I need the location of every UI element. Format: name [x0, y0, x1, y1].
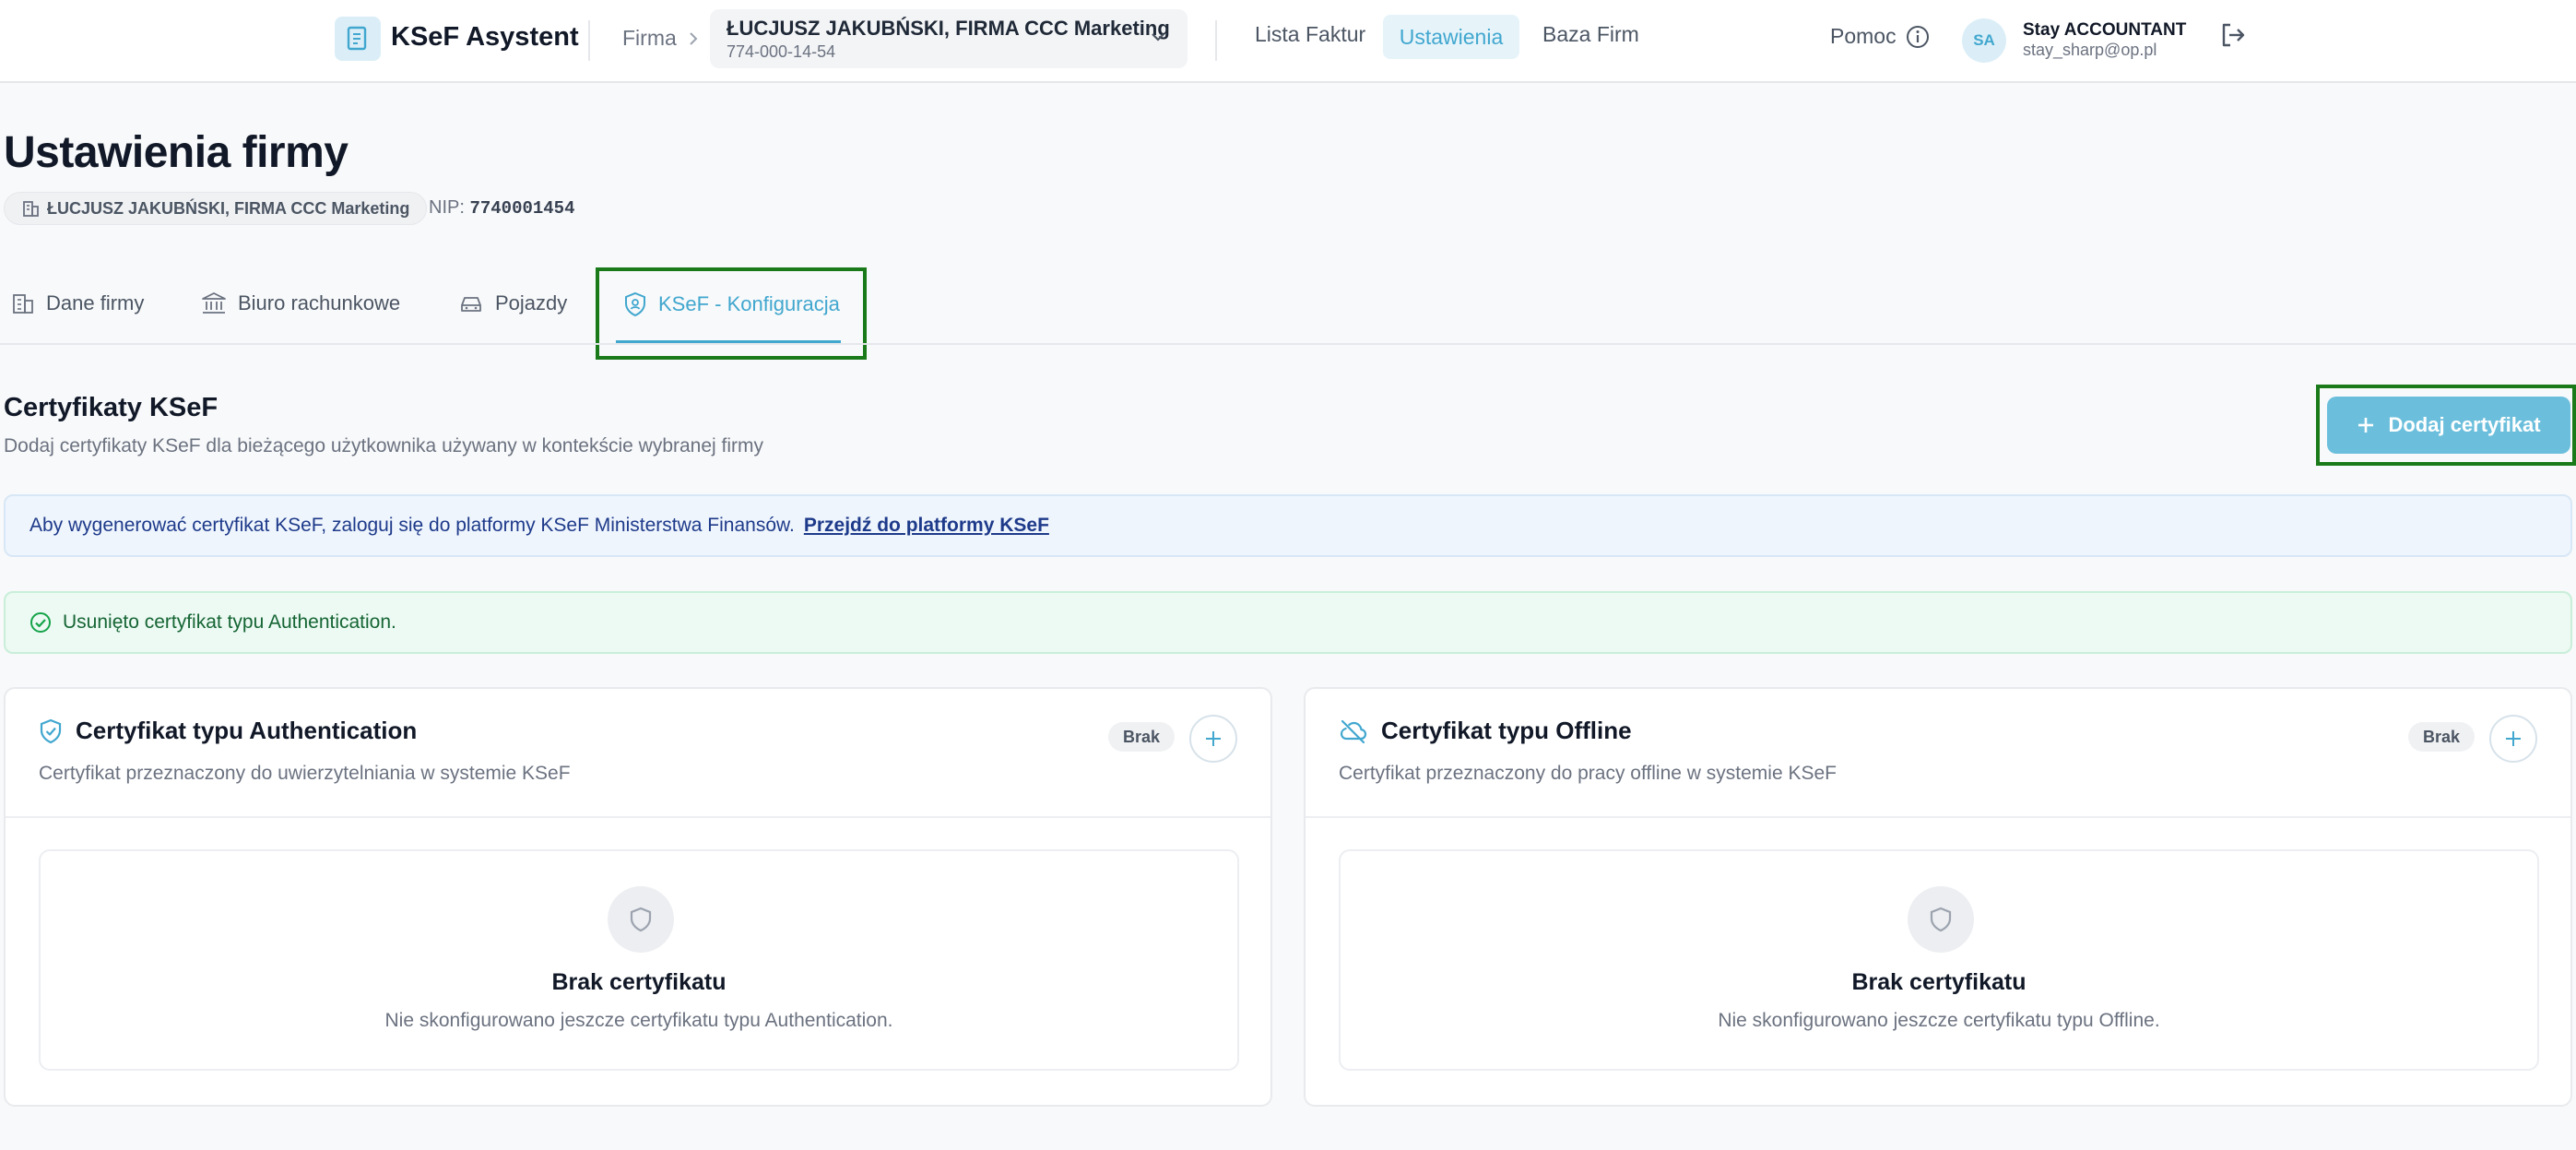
- tab-biuro-rachunkowe[interactable]: Biuro rachunkowe: [201, 291, 400, 315]
- chevron-down-icon: [1152, 33, 1164, 41]
- add-auth-certificate-button[interactable]: [1189, 715, 1237, 763]
- card-divider: [1306, 816, 2570, 818]
- app-title[interactable]: KSeF Asystent: [391, 22, 579, 53]
- shield-check-icon: [40, 718, 62, 743]
- empty-state-description: Nie skonfigurowano jeszcze certyfikatu t…: [1718, 1010, 2160, 1031]
- car-icon: [461, 297, 481, 312]
- tab-label: Pojazdy: [495, 291, 568, 314]
- page-title: Ustawienia firmy: [4, 128, 349, 177]
- tab-label: Dane firmy: [46, 291, 145, 314]
- card-description: Certyfikat przeznaczony do uwierzytelnia…: [39, 763, 571, 784]
- ksef-platform-link[interactable]: Przejdź do platformy KSeF: [804, 515, 1049, 537]
- bank-icon: [202, 292, 226, 314]
- empty-state: Brak certyfikatu Nie skonfigurowano jesz…: [1339, 849, 2539, 1071]
- card-title: Certyfikat typu Offline: [1339, 717, 1632, 745]
- add-offline-certificate-button[interactable]: [2489, 715, 2537, 763]
- add-certificate-button[interactable]: Dodaj certyfikat: [2327, 397, 2570, 454]
- firma-label: Firma: [622, 26, 677, 50]
- app-logo-icon[interactable]: [335, 17, 381, 61]
- success-banner-text: Usunięto certyfikat typu Authentication.: [63, 611, 396, 633]
- header-divider: [588, 20, 590, 61]
- card-divider: [6, 816, 1270, 818]
- tab-pojazdy[interactable]: Pojazdy: [458, 291, 567, 315]
- shield-icon: [608, 886, 674, 953]
- empty-state-description: Nie skonfigurowano jeszcze certyfikatu t…: [384, 1010, 893, 1031]
- section-title: Certyfikaty KSeF: [4, 393, 219, 422]
- plus-icon: [2358, 418, 2374, 433]
- tab-dane-firmy[interactable]: Dane firmy: [11, 291, 144, 315]
- company-select-nip: 774-000-14-54: [727, 42, 836, 61]
- cloud-off-icon: [1340, 719, 1367, 743]
- logout-icon[interactable]: [2218, 20, 2248, 54]
- card-title-text: Certyfikat typu Authentication: [76, 717, 418, 744]
- top-header: KSeF Asystent Firma ŁUCJUSZ JAKUBŃSKI, F…: [0, 0, 2576, 83]
- status-badge: Brak: [2408, 722, 2476, 752]
- add-certificate-label: Dodaj certyfikat: [2388, 413, 2541, 436]
- offline-certificate-card: Certyfikat typu Offline Certyfikat przez…: [1304, 687, 2572, 1107]
- nav-lista-faktur[interactable]: Lista Faktur: [1255, 22, 1365, 47]
- tabs-divider: [0, 343, 2576, 345]
- plus-icon: [2506, 731, 2521, 746]
- user-name: Stay ACCOUNTANT: [2023, 20, 2187, 40]
- nip-value: 7740001454: [469, 198, 575, 219]
- nip-label: NIP:: [429, 197, 465, 218]
- auth-certificate-card: Certyfikat typu Authentication Certyfika…: [4, 687, 1272, 1107]
- header-divider: [1215, 20, 1217, 61]
- card-title-text: Certyfikat typu Offline: [1381, 717, 1632, 744]
- firma-breadcrumb: Firma: [622, 26, 699, 51]
- help-link[interactable]: Pomoc: [1830, 24, 1930, 49]
- company-select-name: ŁUCJUSZ JAKUBŃSKI, FIRMA CCC Marketing: [727, 17, 1170, 40]
- nav-ustawienia[interactable]: Ustawienia: [1383, 15, 1519, 59]
- nip-info: NIP: 7740001454: [429, 197, 575, 219]
- empty-state: Brak certyfikatu Nie skonfigurowano jesz…: [39, 849, 1239, 1071]
- empty-state-title: Brak certyfikatu: [551, 969, 727, 995]
- section-subtitle: Dodaj certyfikaty KSeF dla bieżącego uży…: [4, 435, 764, 456]
- user-avatar[interactable]: SA: [1962, 18, 2006, 63]
- nav-baza-firm[interactable]: Baza Firm: [1542, 22, 1639, 47]
- info-icon: [1906, 25, 1929, 48]
- help-label: Pomoc: [1830, 24, 1897, 48]
- building-icon: [13, 294, 33, 314]
- shield-icon: [1908, 886, 1974, 953]
- company-chip: ŁUCJUSZ JAKUBŃSKI, FIRMA CCC Marketing: [4, 192, 428, 225]
- user-email: stay_sharp@op.pl: [2023, 41, 2157, 59]
- tab-label: Biuro rachunkowe: [238, 291, 401, 314]
- company-selector[interactable]: ŁUCJUSZ JAKUBŃSKI, FIRMA CCC Marketing 7…: [710, 9, 1188, 68]
- plus-icon: [1206, 731, 1221, 746]
- tab-highlight-frame: [596, 267, 867, 360]
- info-banner: Aby wygenerować certyfikat KSeF, zaloguj…: [4, 494, 2572, 557]
- company-chip-label: ŁUCJUSZ JAKUBŃSKI, FIRMA CCC Marketing: [47, 198, 410, 218]
- check-circle-icon: [30, 612, 51, 633]
- card-title: Certyfikat typu Authentication: [39, 717, 417, 745]
- card-description: Certyfikat przeznaczony do pracy offline…: [1339, 763, 1837, 784]
- chevron-right-icon: [690, 31, 698, 45]
- status-badge: Brak: [1108, 722, 1176, 752]
- empty-state-title: Brak certyfikatu: [1851, 969, 2027, 995]
- building-icon: [23, 201, 39, 217]
- info-banner-text: Aby wygenerować certyfikat KSeF, zaloguj…: [30, 515, 795, 536]
- success-banner: Usunięto certyfikat typu Authentication.: [4, 591, 2572, 654]
